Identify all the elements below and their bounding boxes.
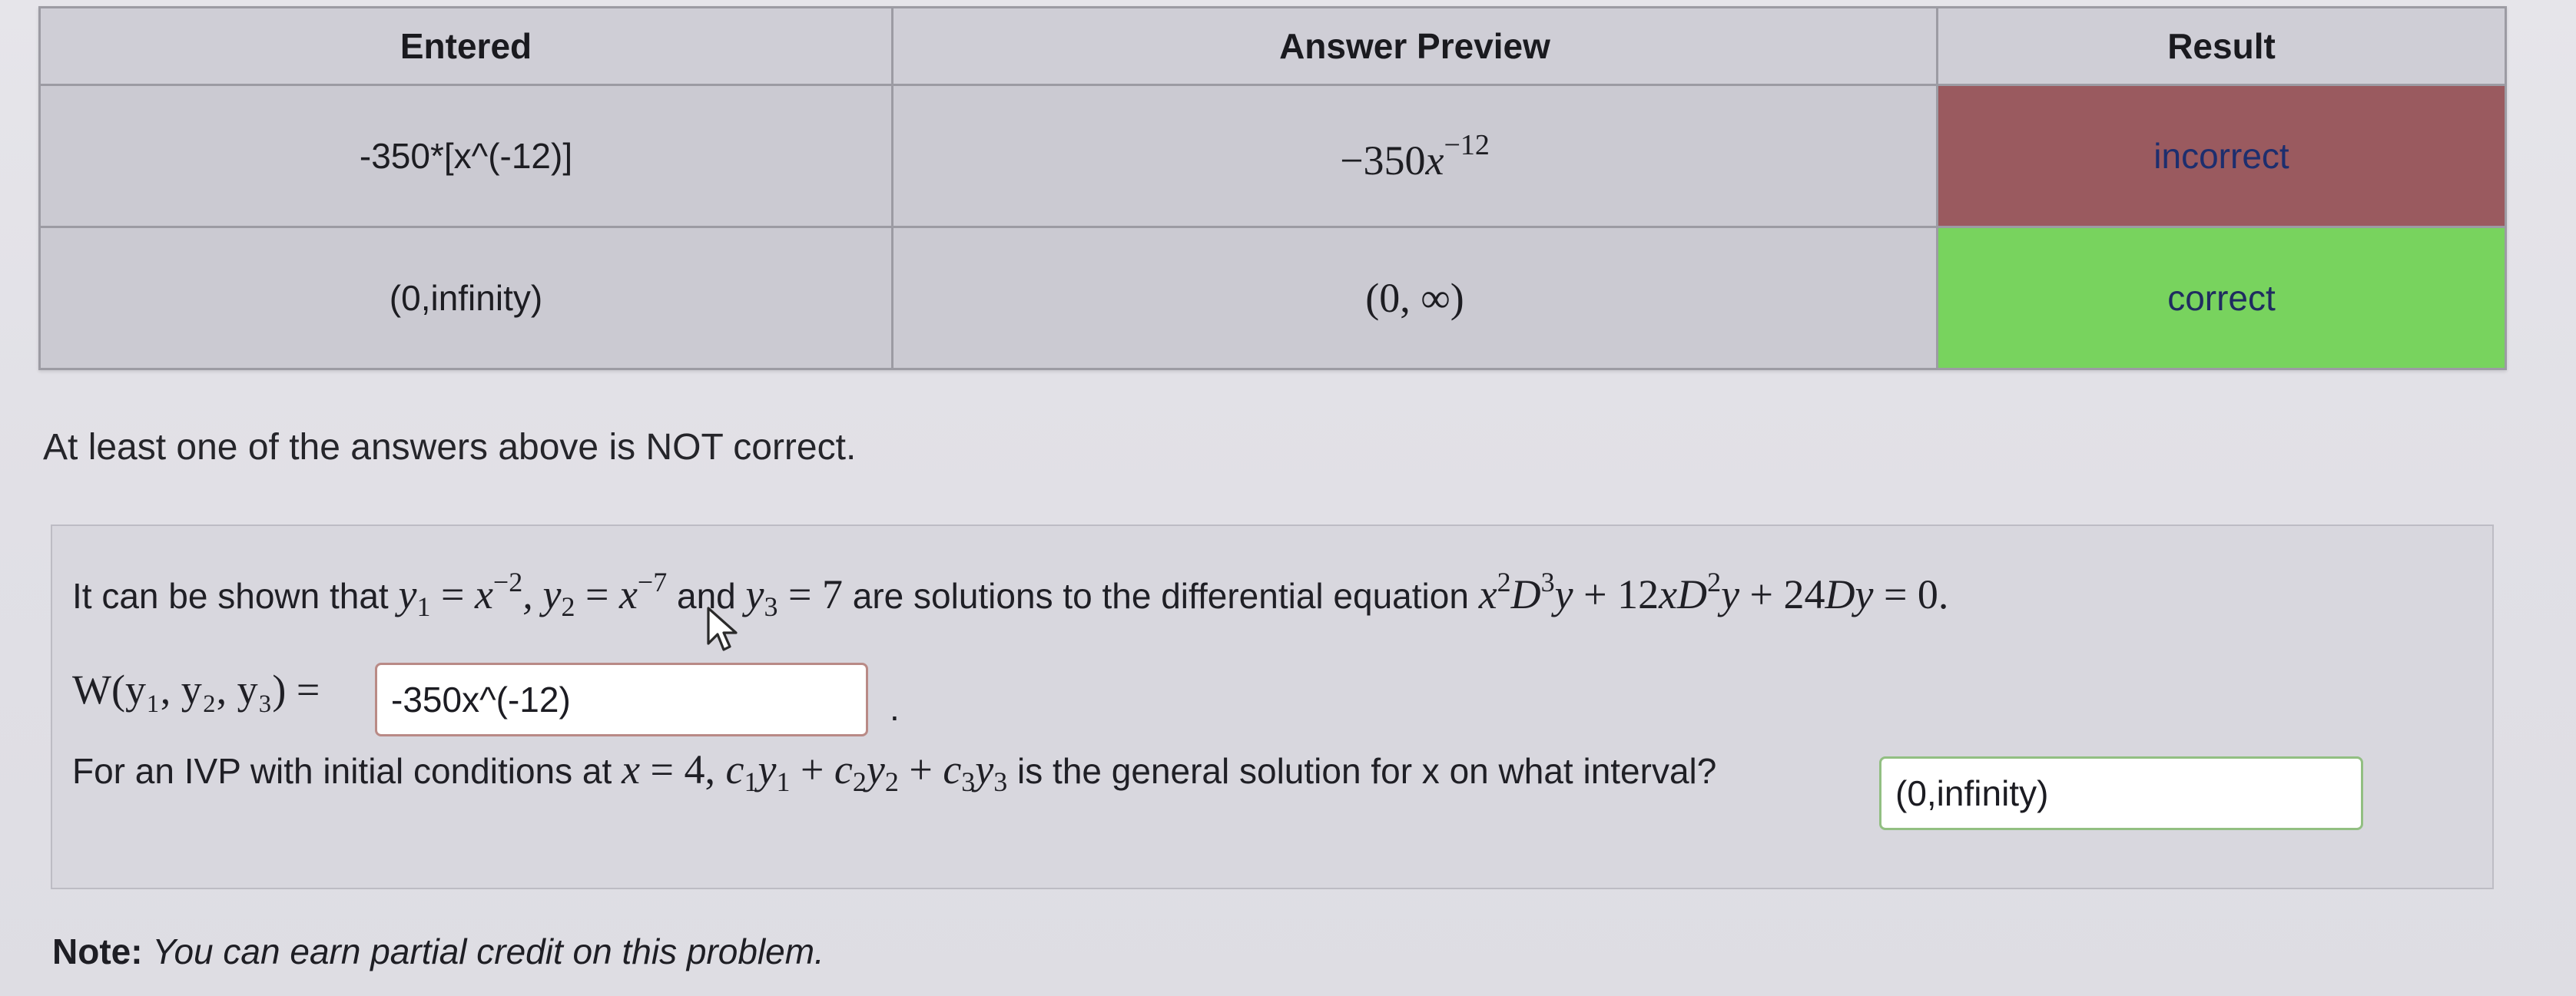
solution-y1: y1 = x−2 [398,567,523,622]
interval-answer-input[interactable] [1879,756,2363,830]
preview-variable: x [1425,137,1444,184]
answer-preview-cell: −350x−12 [891,84,1938,228]
note-text: You can earn partial credit on this prob… [152,931,824,971]
note-label: Note: [52,931,143,971]
period-mark: . [890,688,900,728]
header-entered: Entered [38,6,893,86]
results-header-row: Entered Answer Preview Result [38,6,2507,86]
answer-preview-cell: (0, ∞) [891,226,1938,370]
ivp-question: For an IVP with initial conditions at x … [72,746,1716,798]
intro-prefix: It can be shown that [72,576,389,616]
result-cell-incorrect: incorrect [1936,84,2507,228]
wronskian-label: W(y₁, y₂, y₃) = [72,667,320,713]
preview-expression: −350x−12 [1340,129,1490,184]
preview-coefficient: −350 [1340,137,1426,184]
differential-equation: x2D3y + 12xD2y + 24Dy = 0. [1478,567,1949,617]
table-row: -350*[x^(-12)] −350x−12 incorrect [38,84,2507,228]
entered-cell: -350*[x^(-12)] [38,84,893,228]
status-message: At least one of the answers above is NOT… [43,427,857,468]
results-table: Entered Answer Preview Result -350*[x^(-… [38,6,2507,370]
solutions-text: are solutions to the differential equati… [852,576,1469,616]
solution-y3: y3 = 7 [745,571,843,622]
solution-y2: y2 = x−7 [542,567,668,622]
ivp-suffix: is the general solution for x on what in… [1017,751,1717,791]
entered-cell: (0,infinity) [38,226,893,370]
note: Note: You can earn partial credit on thi… [52,931,824,972]
problem-box: It can be shown that y1 = x−2, y2 = x−7 … [51,524,2494,889]
wronskian-answer-input[interactable] [375,663,868,736]
problem-statement: It can be shown that y1 = x−2, y2 = x−7 … [72,567,1949,622]
ivp-initial-point: x = 4, c1y1 + c2y2 + c3y3 [622,746,1008,797]
mouse-pointer-icon [707,607,738,651]
table-row: (0,infinity) (0, ∞) correct [38,226,2507,370]
preview-exponent: −12 [1444,128,1490,161]
header-result: Result [1936,6,2507,86]
header-answer-preview: Answer Preview [891,6,1938,86]
result-cell-correct: correct [1936,226,2507,370]
preview-expression: (0, ∞) [1365,275,1464,321]
ivp-prefix: For an IVP with initial conditions at [72,751,612,791]
